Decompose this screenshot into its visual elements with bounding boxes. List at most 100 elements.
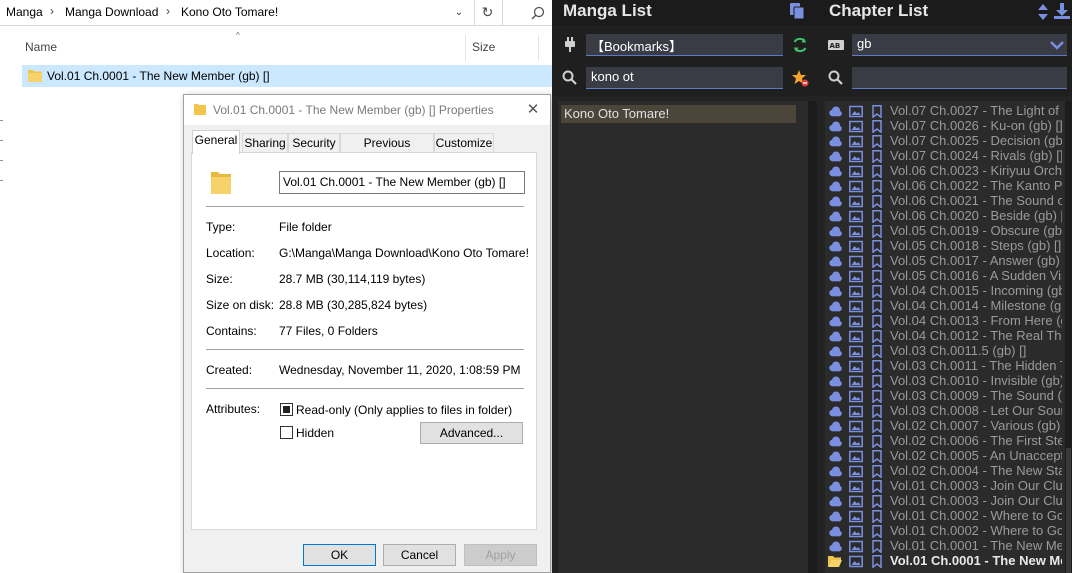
close-icon[interactable]: ✕ bbox=[522, 99, 544, 121]
image-icon[interactable] bbox=[849, 480, 863, 493]
list-item[interactable]: Vol.02 Ch.0006 - The First Step (gb) [] bbox=[825, 433, 1065, 449]
bookmark-icon[interactable] bbox=[870, 240, 884, 253]
cloud-icon[interactable] bbox=[828, 510, 842, 523]
list-item[interactable]: Vol.03 Ch.0008 - Let Our Sound Be Heard … bbox=[825, 403, 1065, 419]
column-divider[interactable] bbox=[538, 35, 539, 61]
image-icon[interactable] bbox=[849, 165, 863, 178]
bookmark-icon[interactable] bbox=[870, 405, 884, 418]
list-item[interactable]: Vol.01 Ch.0001 - The New Member (gb) [] bbox=[825, 538, 1065, 554]
list-item[interactable]: Vol.03 Ch.0011 - The Hidden Truth (gb) [… bbox=[825, 358, 1065, 374]
image-icon[interactable] bbox=[849, 300, 863, 313]
chevron-down-icon[interactable]: ⌄ bbox=[450, 4, 468, 22]
image-icon[interactable] bbox=[849, 465, 863, 478]
tab-sharing[interactable]: Sharing bbox=[242, 133, 288, 153]
cloud-icon[interactable] bbox=[828, 285, 842, 298]
image-icon[interactable] bbox=[849, 450, 863, 463]
scrollbar-thumb[interactable] bbox=[1066, 448, 1071, 573]
image-icon[interactable] bbox=[849, 270, 863, 283]
cloud-icon[interactable] bbox=[828, 435, 842, 448]
cloud-icon[interactable] bbox=[828, 105, 842, 118]
cloud-icon[interactable] bbox=[828, 240, 842, 253]
bookmark-icon[interactable] bbox=[870, 150, 884, 163]
readonly-label[interactable]: Read-only (Only applies to files in fold… bbox=[296, 403, 512, 417]
bookmark-icon[interactable] bbox=[870, 255, 884, 268]
advanced-button[interactable]: Advanced... bbox=[420, 422, 523, 444]
cloud-icon[interactable] bbox=[828, 180, 842, 193]
bookmark-icon[interactable] bbox=[870, 495, 884, 508]
cloud-icon[interactable] bbox=[828, 120, 842, 133]
list-item[interactable]: Vol.03 Ch.0011.5 (gb) [] bbox=[825, 343, 1065, 359]
list-item[interactable]: Kono Oto Tomare! bbox=[561, 105, 796, 123]
bookmark-icon[interactable] bbox=[870, 165, 884, 178]
list-item[interactable]: Vol.01 Ch.0003 - Join Our Club (gb) [] bbox=[825, 493, 1065, 509]
readonly-checkbox[interactable] bbox=[280, 403, 293, 416]
column-name-header[interactable]: Name bbox=[25, 40, 57, 54]
bookmark-icon[interactable] bbox=[870, 300, 884, 313]
bookmark-icon[interactable] bbox=[870, 120, 884, 133]
tab-security[interactable]: Security bbox=[288, 133, 340, 153]
language-select[interactable]: gb bbox=[852, 34, 1067, 56]
cloud-icon[interactable] bbox=[828, 165, 842, 178]
bookmark-icon[interactable] bbox=[870, 330, 884, 343]
cloud-icon[interactable] bbox=[828, 135, 842, 148]
cloud-icon[interactable] bbox=[828, 330, 842, 343]
folder-open-icon[interactable] bbox=[828, 555, 842, 568]
bookmark-icon[interactable] bbox=[870, 390, 884, 403]
list-item[interactable]: Vol.05 Ch.0019 - Obscure (gb) [] bbox=[825, 223, 1065, 239]
search-box[interactable] bbox=[502, 0, 552, 26]
bookmark-icon[interactable] bbox=[870, 435, 884, 448]
tab-customize[interactable]: Customize bbox=[434, 133, 494, 153]
list-item[interactable]: Vol.06 Ch.0022 - The Kanto Preliminaries… bbox=[825, 178, 1065, 194]
chapter-search-input[interactable] bbox=[852, 67, 1067, 89]
breadcrumb-manga-download[interactable]: Manga Download bbox=[65, 5, 158, 19]
image-icon[interactable] bbox=[849, 150, 863, 163]
bookmark-icon[interactable] bbox=[870, 525, 884, 538]
download-icon[interactable] bbox=[1053, 2, 1071, 20]
bookmark-icon[interactable] bbox=[870, 285, 884, 298]
list-item[interactable]: Vol.07 Ch.0026 - Ku-on (gb) [] bbox=[825, 118, 1065, 134]
image-icon[interactable] bbox=[849, 225, 863, 238]
list-item[interactable]: Vol.02 Ch.0007 - Various (gb) [] bbox=[825, 418, 1065, 434]
cloud-icon[interactable] bbox=[828, 360, 842, 373]
cloud-icon[interactable] bbox=[828, 450, 842, 463]
bookmark-icon[interactable] bbox=[870, 195, 884, 208]
cloud-icon[interactable] bbox=[828, 345, 842, 358]
image-icon[interactable] bbox=[849, 255, 863, 268]
manga-list-scrollbar[interactable] bbox=[808, 101, 817, 573]
list-item[interactable]: Vol.01 Ch.0002 - Where to Go (gb) [] bbox=[825, 508, 1065, 524]
bookmark-icon[interactable] bbox=[870, 465, 884, 478]
bookmark-icon[interactable] bbox=[870, 555, 884, 568]
hidden-label[interactable]: Hidden bbox=[296, 426, 334, 440]
bookmark-icon[interactable] bbox=[870, 315, 884, 328]
list-item[interactable]: Vol.02 Ch.0004 - The New Start (gb) [] bbox=[825, 463, 1065, 479]
cloud-icon[interactable] bbox=[828, 480, 842, 493]
file-list-item[interactable]: Vol.01 Ch.0001 - The New Member (gb) [] bbox=[22, 65, 552, 87]
chevron-down-icon[interactable] bbox=[1050, 40, 1064, 50]
list-item[interactable]: Vol.04 Ch.0013 - From Here (gb) [] bbox=[825, 313, 1065, 329]
tab-previous-versions[interactable]: Previous Versions bbox=[340, 133, 434, 168]
list-item[interactable]: Vol.01 Ch.0003 - Join Our Club (gb) [] bbox=[825, 478, 1065, 494]
cloud-icon[interactable] bbox=[828, 270, 842, 283]
bookmark-icon[interactable] bbox=[870, 225, 884, 238]
cloud-icon[interactable] bbox=[828, 525, 842, 538]
image-icon[interactable] bbox=[849, 105, 863, 118]
hidden-checkbox[interactable] bbox=[280, 426, 293, 439]
image-icon[interactable] bbox=[849, 495, 863, 508]
image-icon[interactable] bbox=[849, 360, 863, 373]
list-item[interactable]: Vol.04 Ch.0015 - Incoming (gb) [] bbox=[825, 283, 1065, 299]
manga-search-input[interactable]: kono ot bbox=[586, 67, 783, 89]
image-icon[interactable] bbox=[849, 420, 863, 433]
list-item[interactable]: Vol.02 Ch.0005 - An Unacceptable Mind (g… bbox=[825, 448, 1065, 464]
cloud-icon[interactable] bbox=[828, 390, 842, 403]
cloud-icon[interactable] bbox=[828, 225, 842, 238]
list-item[interactable]: Vol.04 Ch.0012 - The Real Thing (gb) [] bbox=[825, 328, 1065, 344]
star-remove-icon[interactable] bbox=[791, 69, 809, 87]
image-icon[interactable] bbox=[849, 525, 863, 538]
list-item[interactable]: Vol.06 Ch.0021 - The Sound of Our Hearts… bbox=[825, 193, 1065, 209]
cloud-icon[interactable] bbox=[828, 420, 842, 433]
list-item[interactable]: Vol.01 Ch.0002 - Where to Go (gb) [] bbox=[825, 523, 1065, 539]
image-icon[interactable] bbox=[849, 345, 863, 358]
bookmark-icon[interactable] bbox=[870, 450, 884, 463]
refresh-icon[interactable] bbox=[791, 36, 809, 54]
list-item[interactable]: Vol.03 Ch.0009 - The Sound (gb) [] bbox=[825, 388, 1065, 404]
